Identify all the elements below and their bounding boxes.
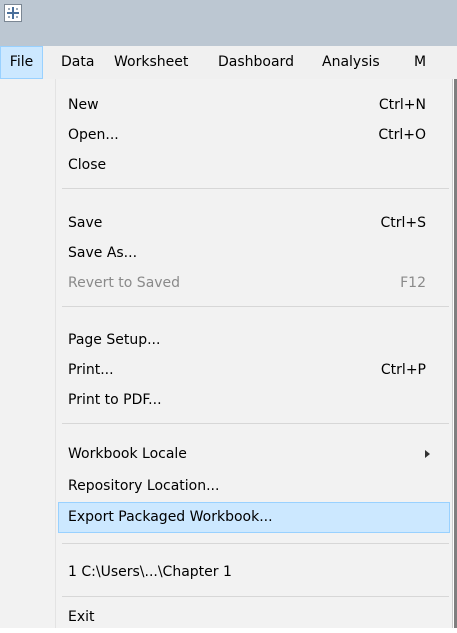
menu-analysis[interactable]: Analysis	[322, 46, 380, 79]
menu-item-shortcut: Ctrl+S	[380, 215, 426, 231]
menu-separator	[62, 596, 449, 597]
app-icon[interactable]	[4, 4, 22, 22]
menu-item-label: Repository Location...	[68, 478, 220, 494]
menu-worksheet[interactable]: Worksheet	[114, 46, 188, 79]
menu-item-label: Print to PDF...	[68, 392, 162, 408]
menu-item-label: New	[68, 97, 99, 113]
menu-item-label: Open...	[68, 127, 119, 143]
menu-item-label: 1 C:\Users\...\Chapter 1	[68, 564, 232, 580]
menu-item-revert-to-saved: Revert to Saved F12	[0, 268, 452, 299]
menu-item-label: Print...	[68, 362, 114, 378]
menu-item-export-packaged-workbook[interactable]: Export Packaged Workbook...	[58, 502, 450, 533]
menu-data[interactable]: Data	[61, 46, 94, 79]
menu-item-label: Revert to Saved	[68, 275, 181, 291]
menu-separator	[62, 543, 449, 544]
menu-item-label: Save As...	[68, 245, 138, 261]
menu-item-open[interactable]: Open... Ctrl+O	[0, 120, 452, 151]
menu-separator	[62, 306, 449, 307]
menu-item-close[interactable]: Close	[0, 150, 452, 181]
menu-item-recent-file-1[interactable]: 1 C:\Users\...\Chapter 1	[0, 557, 452, 588]
menu-item-save-as[interactable]: Save As...	[0, 238, 452, 269]
menu-item-page-setup[interactable]: Page Setup...	[0, 325, 452, 356]
menu-more[interactable]: M	[414, 46, 426, 79]
menu-item-label: Close	[68, 157, 107, 173]
menu-dashboard[interactable]: Dashboard	[218, 46, 294, 79]
menu-item-label: Export Packaged Workbook...	[68, 509, 273, 525]
menu-item-shortcut: F12	[400, 275, 426, 291]
title-bar	[0, 0, 457, 46]
menu-item-label: Save	[68, 215, 103, 231]
menu-item-print[interactable]: Print... Ctrl+P	[0, 355, 452, 386]
chevron-right-icon	[425, 450, 430, 458]
menu-item-workbook-locale[interactable]: Workbook Locale	[0, 439, 452, 470]
menu-separator	[62, 188, 449, 189]
menu-item-label: Exit	[68, 609, 95, 625]
menu-bar: File Data Worksheet Dashboard Analysis M	[0, 46, 457, 79]
menu-item-shortcut: Ctrl+P	[380, 362, 426, 378]
menu-item-save[interactable]: Save Ctrl+S	[0, 208, 452, 239]
menu-item-print-to-pdf[interactable]: Print to PDF...	[0, 385, 452, 416]
menu-item-new[interactable]: New Ctrl+N	[0, 90, 452, 121]
menu-item-repository-location[interactable]: Repository Location...	[0, 471, 452, 502]
menu-item-shortcut: Ctrl+O	[378, 127, 426, 143]
menu-item-label: Workbook Locale	[68, 446, 187, 462]
menu-item-exit[interactable]: Exit	[0, 602, 452, 633]
menu-separator	[62, 423, 449, 424]
menu-file[interactable]: File	[0, 46, 43, 79]
menu-item-shortcut: Ctrl+N	[378, 97, 426, 113]
file-menu-dropdown: New Ctrl+N Open... Ctrl+O Close Save Ctr…	[0, 79, 453, 628]
menu-item-label: Page Setup...	[68, 332, 161, 348]
